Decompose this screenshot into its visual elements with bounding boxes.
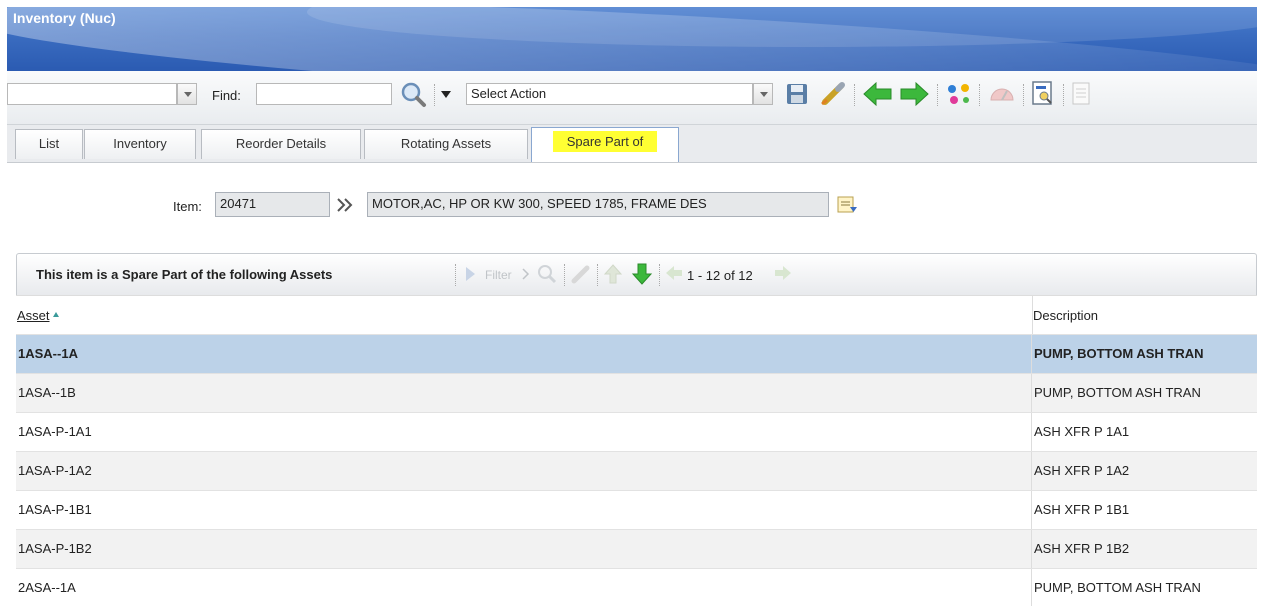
filter-arrow-icon	[466, 267, 475, 281]
item-label: Item:	[173, 199, 202, 214]
tab-inventory[interactable]: Inventory	[84, 129, 196, 159]
description-cell: ASH XFR P 1B2	[1034, 541, 1130, 556]
table-row[interactable]: 1ASA-P-1B1 ASH XFR P 1B1	[16, 490, 1257, 529]
table-toolbar: This item is a Spare Part of the followi…	[16, 253, 1257, 295]
query-select[interactable]	[7, 83, 177, 105]
table-title: This item is a Spare Part of the followi…	[36, 267, 333, 282]
table-row[interactable]: 1ASA-P-1B2 ASH XFR P 1B2	[16, 529, 1257, 568]
tab-label: List	[38, 136, 60, 151]
report-preview-icon[interactable]	[1030, 80, 1056, 106]
arrow-up-icon	[603, 264, 623, 284]
sort-ascending-icon	[53, 312, 59, 317]
table-clear-icon	[571, 265, 590, 284]
column-header-label: Description	[1033, 308, 1099, 323]
find-input[interactable]	[256, 83, 392, 105]
column-header-label: Asset	[17, 308, 50, 323]
workflow-icon[interactable]	[945, 82, 973, 106]
table-row[interactable]: 1ASA--1A PUMP, BOTTOM ASH TRAN	[16, 334, 1257, 373]
description-cell: PUMP, BOTTOM ASH TRAN	[1034, 580, 1201, 595]
chevron-right-icon	[522, 268, 530, 280]
tab-rotating-assets[interactable]: Rotating Assets	[364, 129, 528, 159]
previous-page-icon	[666, 266, 682, 280]
description-cell: PUMP, BOTTOM ASH TRAN	[1034, 346, 1204, 361]
description-cell: ASH XFR P 1B1	[1034, 502, 1130, 517]
asset-cell[interactable]: 1ASA--1A	[16, 335, 1032, 373]
toolbar-separator	[564, 264, 566, 286]
toolbar-separator	[659, 264, 661, 286]
description-cell: ASH XFR P 1A2	[1034, 463, 1130, 478]
select-action-dropdown[interactable]: Select Action	[466, 83, 753, 105]
tab-label: Spare Part of	[552, 131, 658, 152]
asset-cell[interactable]: 1ASA--1B	[16, 374, 1032, 412]
pagination-range: 1 - 12 of 12	[687, 268, 753, 283]
tab-reorder-details[interactable]: Reorder Details	[201, 129, 361, 159]
long-description-icon[interactable]	[836, 195, 858, 215]
toolbar-separator	[597, 264, 599, 286]
table-row[interactable]: 1ASA-P-1A2 ASH XFR P 1A2	[16, 451, 1257, 490]
next-record-arrow-icon[interactable]	[898, 81, 930, 107]
item-number-field: 20471	[215, 192, 330, 217]
table-row[interactable]: 2ASA--1A PUMP, BOTTOM ASH TRAN	[16, 568, 1257, 606]
asset-cell[interactable]: 1ASA-P-1A2	[16, 452, 1032, 490]
column-header-description[interactable]: Description	[1033, 295, 1257, 334]
app-header: Inventory (Nuc)	[7, 7, 1257, 71]
tab-spare-part-of[interactable]: Spare Part of	[531, 127, 679, 162]
toolbar: Find: Select Action	[7, 71, 1257, 125]
table-row[interactable]: 1ASA--1B PUMP, BOTTOM ASH TRAN	[16, 373, 1257, 412]
tab-list[interactable]: List	[15, 129, 83, 159]
asset-cell[interactable]: 1ASA-P-1B2	[16, 530, 1032, 568]
app-title: Inventory (Nuc)	[13, 10, 116, 26]
asset-cell[interactable]: 1ASA-P-1B1	[16, 491, 1032, 529]
description-cell: ASH XFR P 1A1	[1034, 424, 1130, 439]
toolbar-separator	[979, 84, 981, 106]
query-dropdown-button[interactable]	[177, 83, 197, 105]
asset-cell[interactable]: 2ASA--1A	[16, 569, 1032, 606]
next-page-icon	[775, 266, 791, 280]
gauge-icon	[990, 88, 1014, 101]
tab-label: Rotating Assets	[400, 136, 492, 151]
table-search-icon	[538, 265, 557, 284]
action-dropdown-button[interactable]	[753, 83, 773, 105]
toolbar-separator	[1063, 84, 1065, 106]
toolbar-separator	[434, 84, 436, 106]
filter-label: Filter	[485, 268, 512, 282]
double-chevron-right-icon[interactable]	[336, 197, 354, 213]
tab-label: Reorder Details	[235, 136, 327, 151]
caret-down-icon[interactable]	[441, 91, 451, 99]
previous-record-arrow-icon[interactable]	[862, 81, 894, 107]
column-header-asset[interactable]: Asset	[16, 295, 1033, 334]
item-description-field: MOTOR,AC, HP OR KW 300, SPEED 1785, FRAM…	[367, 192, 829, 217]
save-icon[interactable]	[785, 82, 809, 106]
asset-cell[interactable]: 1ASA-P-1A1	[16, 413, 1032, 451]
tab-bar: List Inventory Reorder Details Rotating …	[7, 125, 1257, 163]
toolbar-separator	[1023, 84, 1025, 106]
toolbar-separator	[455, 264, 457, 286]
arrow-down-icon[interactable]	[631, 262, 653, 286]
table-row[interactable]: 1ASA-P-1A1 ASH XFR P 1A1	[16, 412, 1257, 451]
description-cell: PUMP, BOTTOM ASH TRAN	[1034, 385, 1201, 400]
clear-changes-icon[interactable]	[819, 81, 847, 107]
notes-icon	[1072, 82, 1090, 105]
find-label: Find:	[212, 88, 241, 103]
search-icon[interactable]	[399, 80, 429, 108]
tab-label: Inventory	[113, 136, 167, 151]
toolbar-separator	[854, 84, 856, 106]
toolbar-separator	[937, 84, 939, 106]
